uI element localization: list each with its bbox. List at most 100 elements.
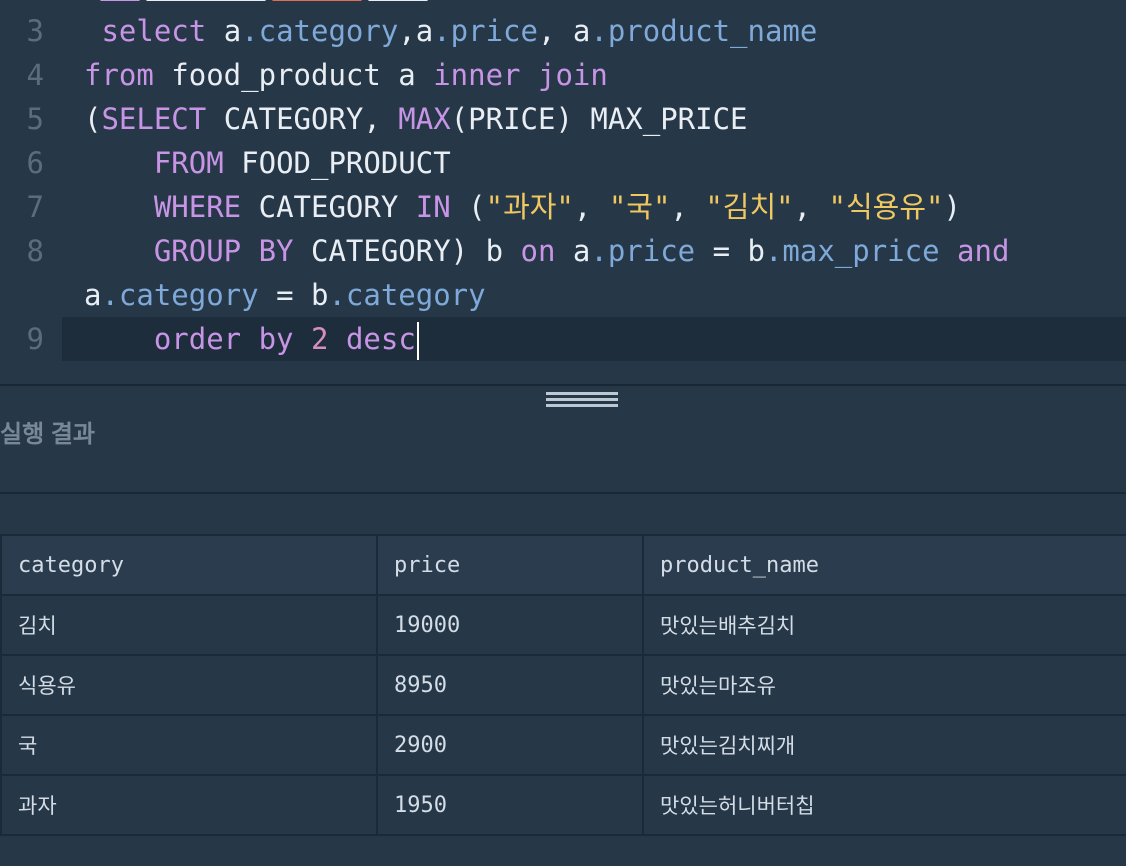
code-token: "식용유"	[828, 190, 944, 224]
code-token: CATEGORY,	[206, 102, 399, 136]
code-token: = b	[695, 234, 765, 268]
partial-code-line	[100, 0, 620, 2]
code-text: WHERE CATEGORY IN ("과자", "국", "김치", "식용유…	[84, 185, 961, 229]
cell-category: 식용유	[0, 654, 378, 716]
code-line[interactable]: 5 (SELECT CATEGORY, MAX(PRICE) MAX_PRICE	[0, 97, 1126, 141]
table-header-row: category price product_name	[0, 534, 1126, 596]
code-token: 2	[311, 322, 329, 356]
code-token: ,a	[398, 14, 434, 48]
code-token: order by	[153, 322, 294, 356]
code-token: .price	[590, 234, 696, 268]
code-token: "김치"	[705, 190, 794, 224]
code-text: FROM FOOD_PRODUCT	[84, 141, 451, 185]
code-token: , a	[537, 14, 591, 48]
code-token: and	[957, 234, 1010, 268]
code-token: SELECT	[101, 102, 207, 136]
column-header: product_name	[642, 534, 1126, 596]
cell-product-name: 맛있는김치찌개	[642, 714, 1126, 776]
column-header: category	[0, 534, 378, 596]
line-number: 8	[26, 234, 44, 268]
code-text: order by 2 desc	[84, 317, 419, 361]
line-number: 7	[26, 190, 44, 224]
code-token: desc	[345, 322, 416, 356]
code-token: food_product a	[153, 58, 434, 92]
table-row: 식용유 8950 맛있는마조유	[0, 654, 1126, 716]
code-token: FOOD_PRODUCT	[223, 146, 451, 180]
code-text: from food_product a inner join	[84, 53, 608, 97]
table-row: 과자 1950 맛있는허니버터칩	[0, 774, 1126, 836]
code-token: ,	[573, 190, 609, 224]
cell-price: 8950	[376, 654, 644, 716]
code-text: select a.category,a.price, a.product_nam…	[84, 9, 817, 53]
result-table: category price product_name 김치 19000 맛있는…	[0, 534, 1126, 836]
result-title: 실행 결과	[0, 421, 95, 448]
code-token: .product_name	[590, 14, 818, 48]
code-token: "과자"	[485, 190, 574, 224]
code-token: (	[450, 190, 486, 224]
code-token: IN	[415, 190, 451, 224]
code-token: a	[84, 278, 102, 312]
table-row: 국 2900 맛있는김치찌개	[0, 714, 1126, 776]
code-token: .category	[241, 14, 399, 48]
code-text: a.category = b.category	[84, 273, 486, 317]
code-text: (SELECT CATEGORY, MAX(PRICE) MAX_PRICE	[84, 97, 748, 141]
result-separator	[0, 492, 1126, 494]
code-token: .price	[433, 14, 538, 48]
code-editor[interactable]: 3 select a.category,a.price, a.product_n…	[0, 0, 1126, 384]
code-token: MAX	[398, 102, 451, 136]
cell-category: 국	[0, 714, 378, 776]
code-token: on	[520, 234, 556, 268]
panel-divider	[0, 384, 1126, 386]
code-token: FROM	[153, 146, 224, 180]
code-line[interactable]: 4 from food_product a inner join	[0, 53, 1126, 97]
line-number: 5	[26, 102, 44, 136]
line-number: 6	[26, 146, 44, 180]
code-token: from	[84, 58, 154, 92]
code-token: )	[943, 190, 961, 224]
code-token: a	[206, 14, 242, 48]
code-token: CATEGORY) b	[293, 234, 521, 268]
code-token: .category	[328, 278, 486, 312]
code-token: a	[555, 234, 591, 268]
code-token: select	[101, 14, 207, 48]
code-token: CATEGORY	[241, 190, 416, 224]
sql-workspace: 3 select a.category,a.price, a.product_n…	[0, 0, 1126, 866]
code-text: GROUP BY CATEGORY) b on a.price = b.max_…	[84, 229, 1010, 273]
code-token: = b	[258, 278, 329, 312]
code-line[interactable]: 8 GROUP BY CATEGORY) b on a.price = b.ma…	[0, 229, 1126, 273]
text-cursor	[416, 322, 419, 360]
code-line[interactable]: 6 FROM FOOD_PRODUCT	[0, 141, 1126, 185]
resize-handle[interactable]	[546, 392, 618, 412]
code-line[interactable]: 9 order by 2 desc	[27, 317, 1126, 361]
code-line[interactable]: 3 select a.category,a.price, a.product_n…	[0, 9, 1126, 53]
code-line[interactable]: 7 WHERE CATEGORY IN ("과자", "국", "김치", "식…	[0, 185, 1126, 229]
code-token: WHERE	[153, 190, 242, 224]
code-token: .category	[101, 278, 259, 312]
cell-product-name: 맛있는마조유	[642, 654, 1126, 716]
code-token: GROUP BY	[153, 234, 294, 268]
code-token: (PRICE) MAX_PRICE	[450, 102, 748, 136]
cell-price: 19000	[376, 594, 644, 656]
cell-category: 김치	[0, 594, 378, 656]
code-token: inner	[433, 58, 521, 92]
code-token: (	[84, 102, 102, 136]
code-token: join	[537, 58, 608, 92]
code-line[interactable]: a.category = b.category	[0, 273, 1126, 317]
code-token: .max_price	[764, 234, 940, 268]
line-number: 4	[26, 58, 44, 92]
table-row: 김치 19000 맛있는배추김치	[0, 594, 1126, 656]
cell-price: 2900	[376, 714, 644, 776]
cell-product-name: 맛있는배추김치	[642, 594, 1126, 656]
cell-price: 1950	[376, 774, 644, 836]
code-token: ,	[793, 190, 829, 224]
cell-category: 과자	[0, 774, 378, 836]
